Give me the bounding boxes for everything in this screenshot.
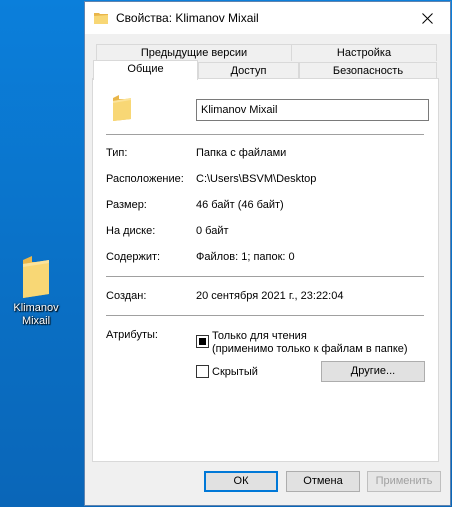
- tab-security[interactable]: Безопасность: [299, 62, 437, 79]
- hidden-checkbox[interactable]: [196, 365, 209, 378]
- folder-icon: [94, 13, 108, 24]
- folder-icon: [113, 95, 131, 121]
- created-label: Создан:: [106, 290, 147, 302]
- general-tab-panel: [92, 78, 439, 462]
- tab-customize[interactable]: Настройка: [291, 44, 437, 61]
- properties-window: Свойства: Klimanov Mixail Предыдущие вер…: [84, 1, 451, 506]
- separator: [106, 276, 424, 277]
- hidden-label: Скрытый: [212, 366, 258, 378]
- apply-button[interactable]: Применить: [367, 471, 441, 492]
- desktop-folder-shortcut[interactable]: Klimanov Mixail: [10, 254, 62, 328]
- folder-name-input[interactable]: Klimanov Mixail: [196, 99, 429, 121]
- created-value: 20 сентября 2021 г., 23:22:04: [196, 290, 344, 302]
- ok-button[interactable]: ОК: [204, 471, 278, 492]
- location-label: Расположение:: [106, 173, 184, 185]
- window-title: Свойства: Klimanov Mixail: [116, 11, 259, 25]
- separator: [106, 315, 424, 316]
- tab-sharing[interactable]: Доступ: [198, 62, 299, 79]
- readonly-note: (применимо только к файлам в папке): [212, 343, 408, 355]
- tab-general[interactable]: Общие: [93, 60, 198, 80]
- size-on-disk-label: На диске:: [106, 225, 156, 237]
- separator: [106, 134, 424, 135]
- type-label: Тип:: [106, 147, 128, 159]
- other-attributes-button[interactable]: Другие...: [321, 361, 425, 382]
- cancel-button[interactable]: Отмена: [286, 471, 360, 492]
- tab-previous-versions[interactable]: Предыдущие версии: [96, 44, 292, 61]
- readonly-checkbox[interactable]: [196, 335, 209, 348]
- attributes-label: Атрибуты:: [106, 329, 158, 341]
- folder-icon: [23, 256, 49, 298]
- title-bar[interactable]: Свойства: Klimanov Mixail: [85, 2, 450, 34]
- close-icon: [421, 12, 433, 24]
- size-label: Размер:: [106, 199, 147, 211]
- size-value: 46 байт (46 байт): [196, 199, 284, 211]
- close-button[interactable]: [404, 2, 450, 34]
- type-value: Папка с файлами: [196, 147, 287, 159]
- contains-value: Файлов: 1; папок: 0: [196, 251, 295, 263]
- desktop-icon-label: Klimanov Mixail: [13, 302, 59, 327]
- location-value: C:\Users\BSVM\Desktop: [196, 173, 317, 185]
- contains-label: Содержит:: [106, 251, 161, 263]
- readonly-label: Только для чтения: [212, 330, 307, 342]
- size-on-disk-value: 0 байт: [196, 225, 229, 237]
